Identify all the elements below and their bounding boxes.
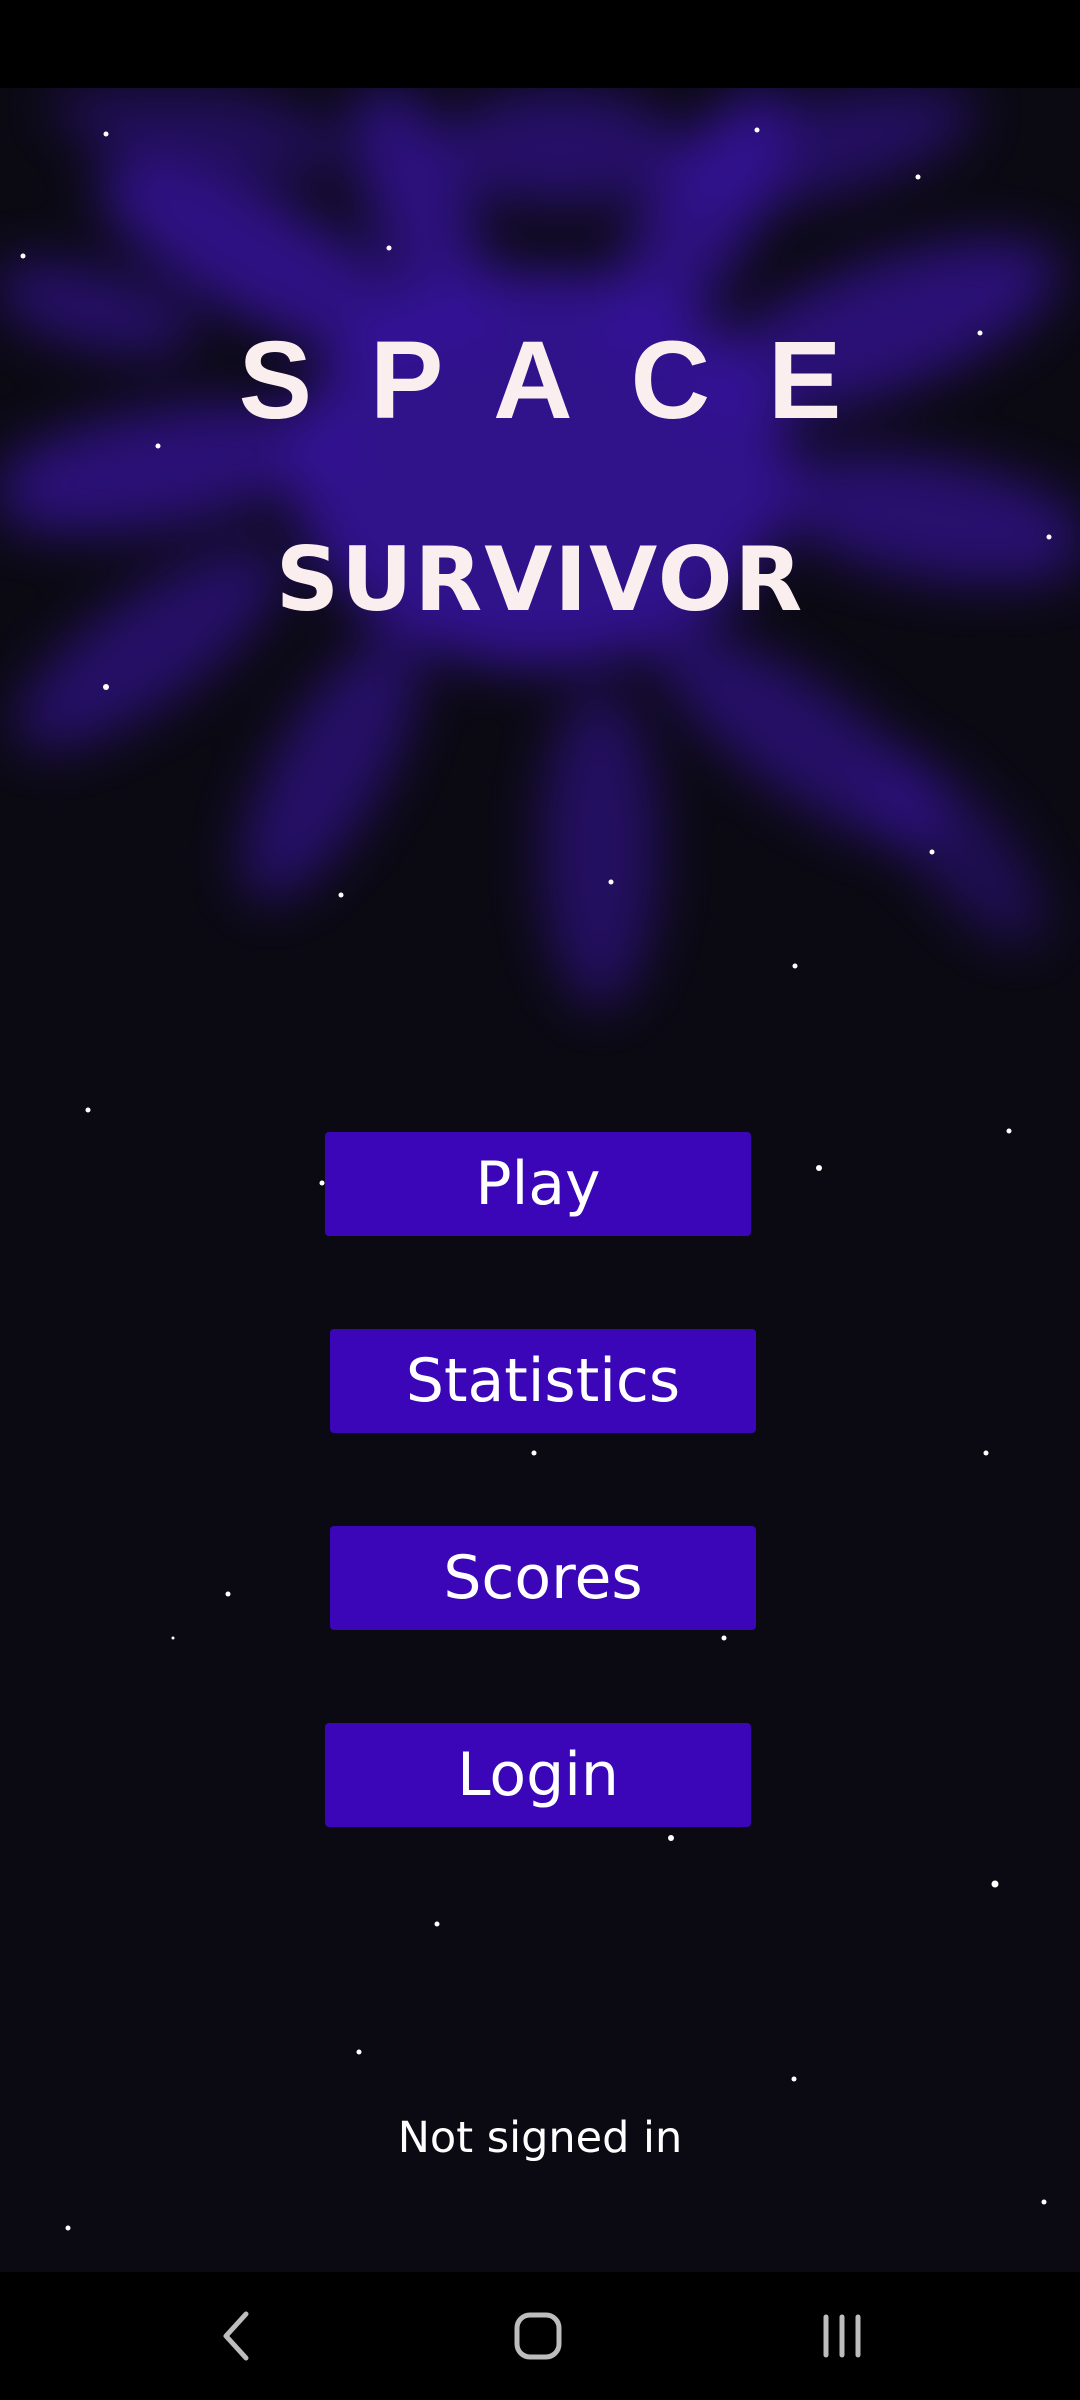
statistics-button[interactable]: Statistics <box>330 1329 756 1433</box>
star <box>319 1180 325 1186</box>
signin-status-text: Not signed in <box>397 2113 683 2163</box>
game-screen: SPACE SURVIVOR Play Statistics Scores Lo… <box>0 0 1080 2400</box>
star <box>791 2076 797 2082</box>
status-bar <box>0 0 1080 88</box>
home-icon <box>514 2312 562 2360</box>
recents-button[interactable] <box>792 2298 892 2374</box>
recents-icon <box>823 2314 861 2358</box>
star <box>20 253 26 259</box>
title-space: SPACE <box>238 319 900 442</box>
title-survivor: SURVIVOR <box>275 528 805 631</box>
navigation-bar <box>0 2272 1080 2400</box>
home-button[interactable] <box>488 2298 588 2374</box>
star <box>929 849 935 855</box>
star <box>225 1591 231 1597</box>
star <box>721 1635 727 1641</box>
star <box>85 1107 91 1113</box>
star <box>434 1921 440 1927</box>
scores-button[interactable]: Scores <box>330 1526 756 1630</box>
play-button[interactable]: Play <box>325 1132 751 1236</box>
login-button[interactable]: Login <box>325 1723 751 1827</box>
game-area: SPACE SURVIVOR Play Statistics Scores Lo… <box>0 88 1080 2272</box>
star <box>668 1835 674 1841</box>
star <box>65 2225 71 2231</box>
star <box>531 1450 537 1456</box>
star <box>915 174 921 180</box>
star <box>792 963 798 969</box>
star <box>171 1636 175 1640</box>
star <box>816 1165 822 1171</box>
star <box>103 684 109 690</box>
star <box>1041 2199 1047 2205</box>
star <box>608 879 614 885</box>
star <box>754 127 760 133</box>
back-button[interactable] <box>186 2298 286 2374</box>
star <box>386 245 392 251</box>
star <box>338 892 344 898</box>
star <box>983 1450 989 1456</box>
star <box>103 131 109 137</box>
star <box>356 2049 362 2055</box>
chevron-left-icon <box>223 2311 249 2361</box>
star <box>155 443 161 449</box>
star <box>991 1880 999 1888</box>
star <box>1006 1128 1012 1134</box>
